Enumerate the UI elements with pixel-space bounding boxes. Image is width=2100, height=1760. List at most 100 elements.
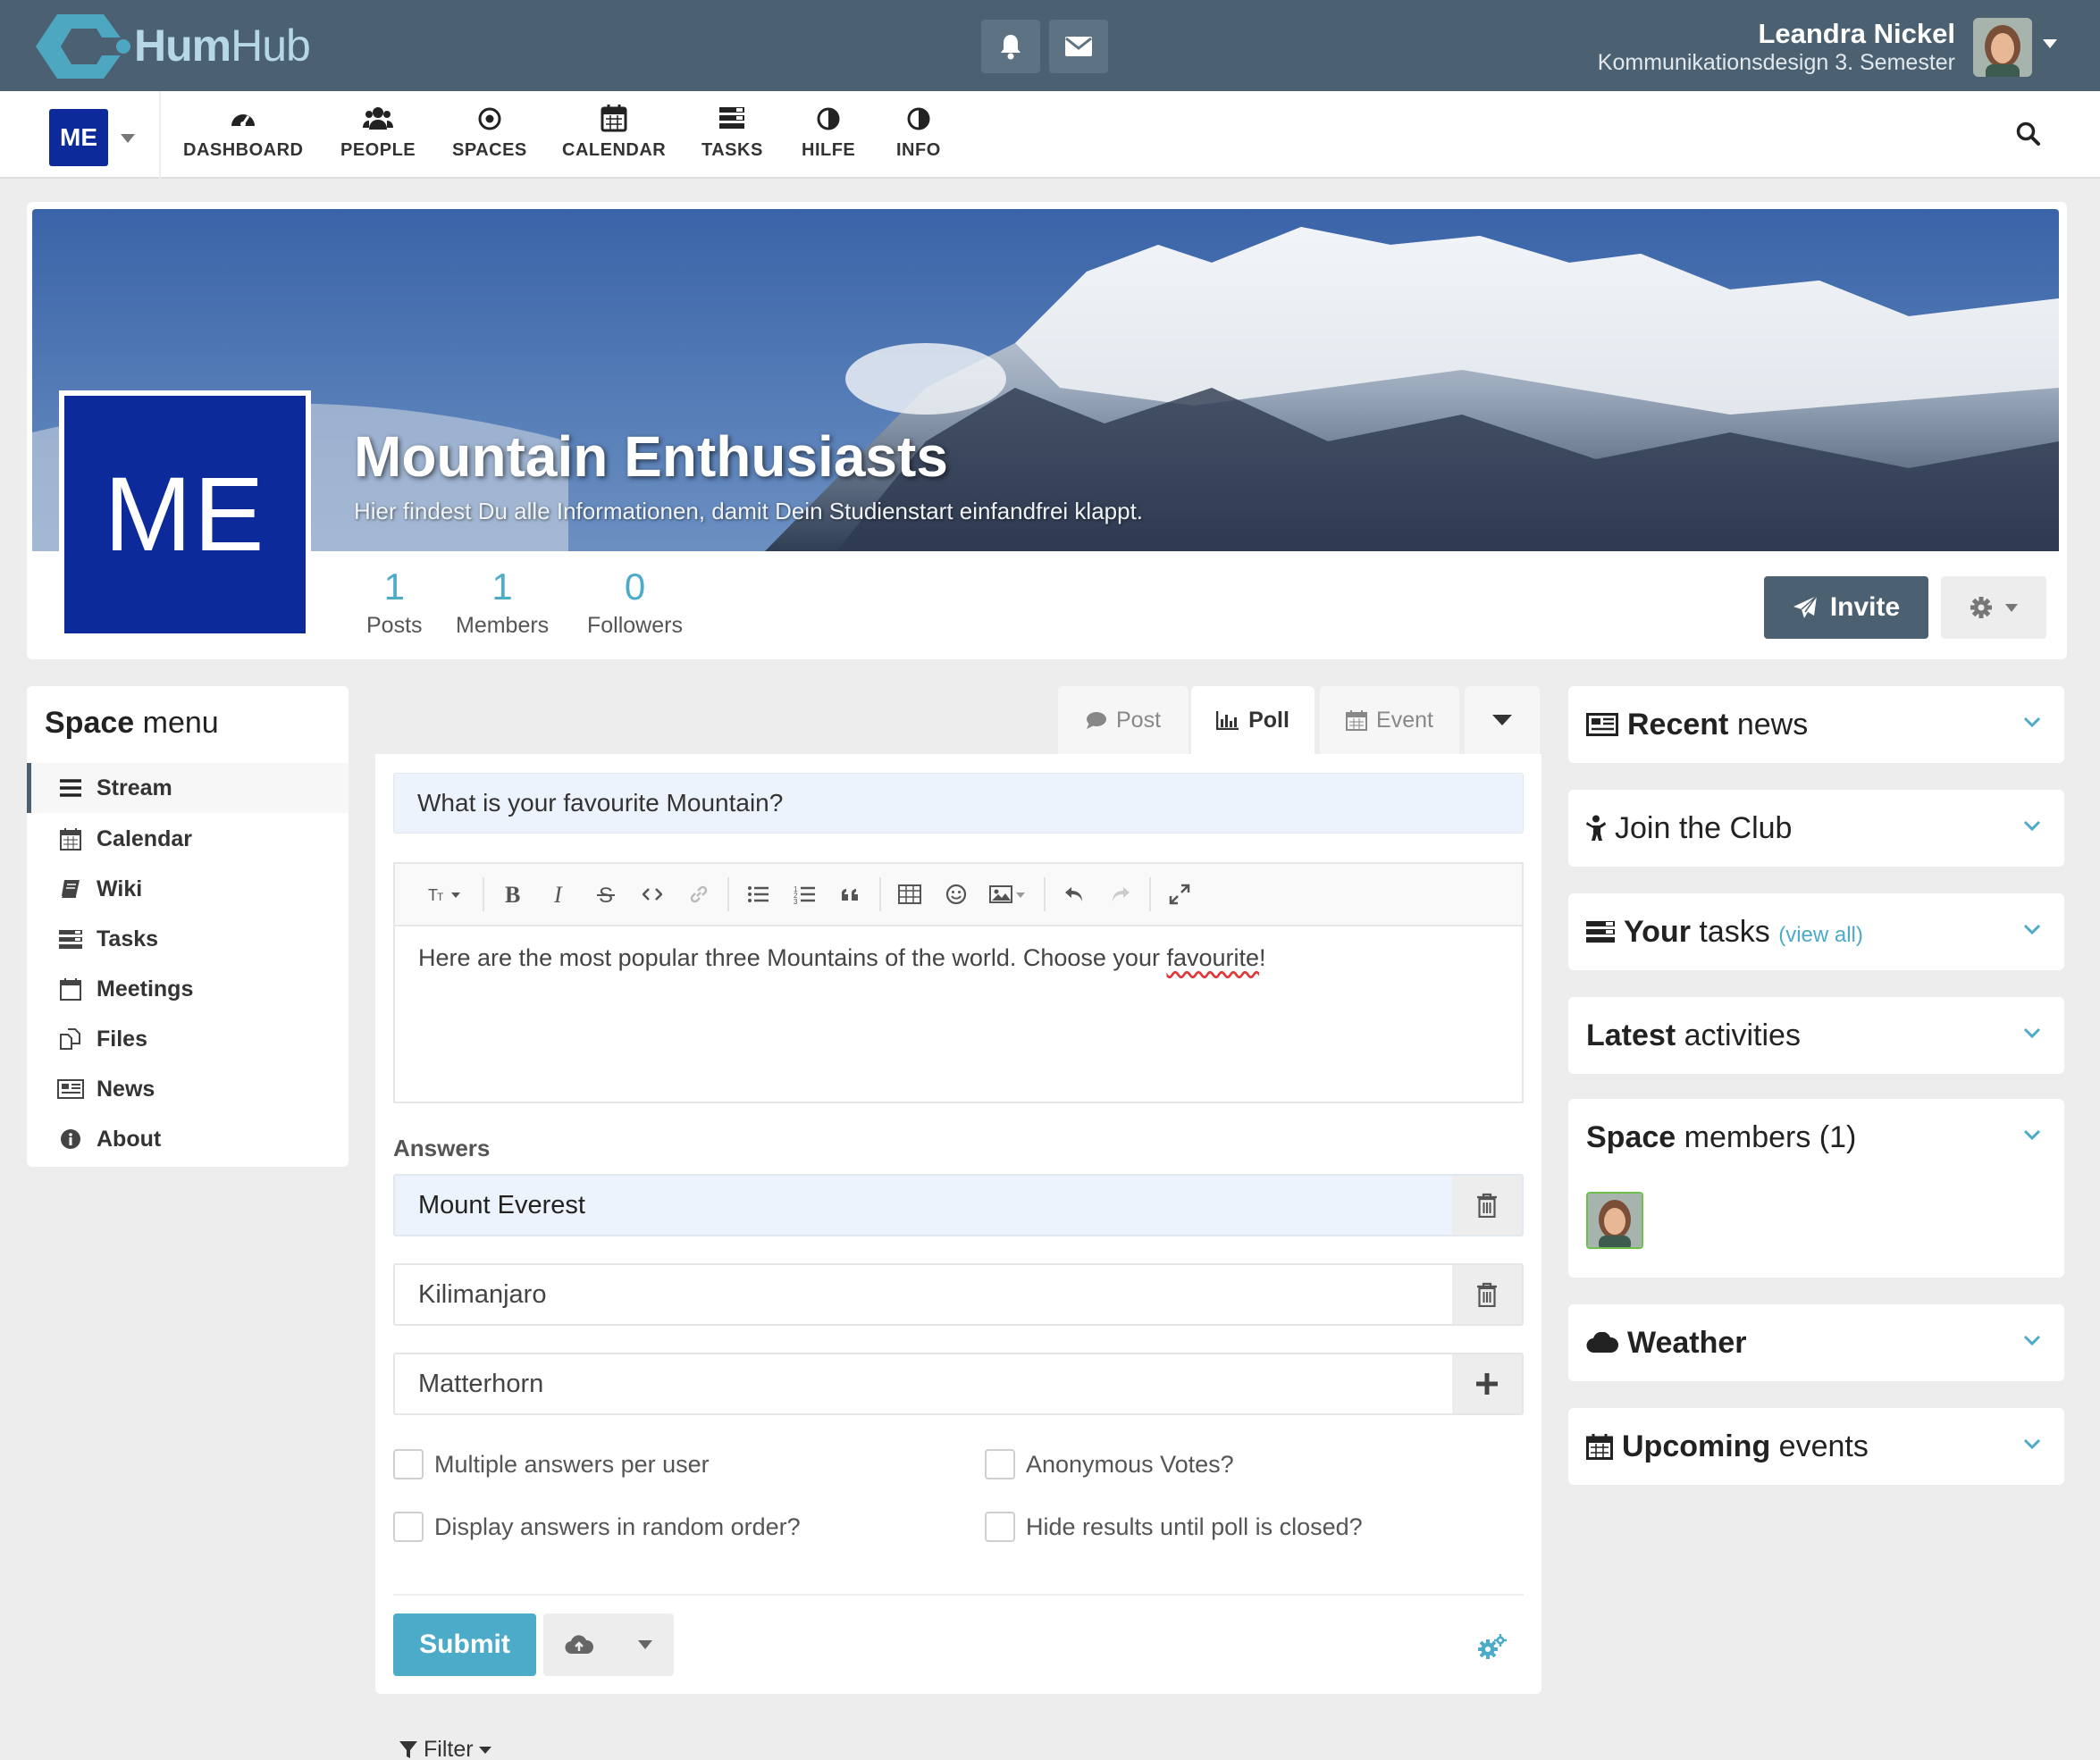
- emoji-button[interactable]: [933, 884, 979, 905]
- nav-hilfe[interactable]: HILFE: [802, 103, 855, 161]
- stat-followers[interactable]: 0 Followers: [587, 566, 683, 639]
- undo-button[interactable]: [1051, 885, 1097, 903]
- quote-button[interactable]: [827, 887, 874, 901]
- space-menu-news[interactable]: News: [27, 1064, 349, 1114]
- submit-button[interactable]: Submit: [393, 1613, 536, 1676]
- nav-label: INFO: [896, 140, 941, 160]
- space-menu-stream[interactable]: Stream: [27, 763, 349, 813]
- view-all-tasks-link[interactable]: (view all): [1778, 923, 1863, 947]
- answer-input[interactable]: Matterhorn: [395, 1354, 1452, 1413]
- add-answer-button[interactable]: [1452, 1354, 1522, 1413]
- image-dropdown[interactable]: [979, 884, 1038, 904]
- redo-button[interactable]: [1097, 885, 1144, 903]
- tasks-icon: [719, 107, 745, 129]
- tab-label: Event: [1376, 707, 1433, 733]
- chevron-down-icon[interactable]: [2023, 1335, 2041, 1345]
- tab-poll[interactable]: Poll: [1191, 686, 1315, 754]
- upcoming-events-panel[interactable]: Upcoming events: [1568, 1408, 2064, 1485]
- member-avatar[interactable]: [1586, 1192, 1643, 1249]
- code-button[interactable]: [629, 887, 676, 901]
- space-menu-tasks[interactable]: Tasks: [27, 914, 349, 964]
- messages-button[interactable]: [1049, 20, 1108, 73]
- user-menu-caret-icon[interactable]: [2043, 39, 2057, 48]
- stream-filter-dropdown[interactable]: Filter: [399, 1737, 491, 1760]
- notifications-button[interactable]: [981, 20, 1040, 73]
- tab-post[interactable]: Post: [1058, 686, 1189, 754]
- recent-news-panel[interactable]: Recent news: [1568, 686, 2064, 763]
- user-avatar[interactable]: [1973, 18, 2032, 77]
- chevron-down-icon[interactable]: [2023, 1438, 2041, 1449]
- svg-text:I: I: [553, 884, 563, 905]
- latest-activities-panel[interactable]: Latest activities: [1568, 997, 2064, 1074]
- nav-spaces[interactable]: SPACES: [452, 103, 527, 161]
- delete-answer-button[interactable]: [1452, 1265, 1522, 1324]
- checkbox[interactable]: [985, 1449, 1015, 1479]
- checkbox[interactable]: [393, 1449, 424, 1479]
- tab-event[interactable]: Event: [1320, 686, 1459, 754]
- caret-down-icon: [478, 1746, 491, 1754]
- checkbox[interactable]: [985, 1512, 1015, 1542]
- comment-icon: [1086, 712, 1106, 729]
- strikethrough-button[interactable]: S: [583, 884, 629, 905]
- space-chooser[interactable]: ME: [49, 109, 108, 166]
- newspaper-icon: [1586, 713, 1618, 736]
- checkbox[interactable]: [393, 1512, 424, 1542]
- upload-button-group[interactable]: [543, 1613, 674, 1676]
- table-button[interactable]: [886, 884, 933, 904]
- panel-heading[interactable]: Space members (1): [1586, 1099, 1856, 1176]
- nav-tasks[interactable]: TASKS: [701, 103, 763, 161]
- italic-button[interactable]: I: [536, 884, 583, 905]
- table-icon: [898, 884, 921, 904]
- nav-dashboard[interactable]: DASHBOARD: [183, 103, 304, 161]
- space-menu-files[interactable]: Files: [27, 1014, 349, 1064]
- option-anonymous-votes[interactable]: Anonymous Votes?: [985, 1449, 1234, 1479]
- answer-input[interactable]: Mount Everest: [395, 1176, 1452, 1235]
- space-menu-label: Calendar: [97, 826, 192, 851]
- nav-calendar[interactable]: CALENDAR: [562, 103, 666, 161]
- numbered-list-button[interactable]: 123: [781, 884, 827, 904]
- join-the-club-panel[interactable]: Join the Club: [1568, 790, 2064, 867]
- search-icon[interactable]: [2016, 122, 2041, 147]
- bullet-list-button[interactable]: [735, 885, 781, 903]
- space-menu-wiki[interactable]: Wiki: [27, 864, 349, 914]
- poll-description-editor[interactable]: Here are the most popular three Mountain…: [393, 925, 1524, 1103]
- weather-panel[interactable]: Weather: [1568, 1304, 2064, 1381]
- delete-answer-button[interactable]: [1452, 1176, 1522, 1235]
- chevron-down-icon[interactable]: [2023, 1129, 2041, 1140]
- chevron-down-icon[interactable]: [2023, 924, 2041, 934]
- nav-people[interactable]: PEOPLE: [340, 103, 416, 161]
- nav-info[interactable]: INFO: [896, 103, 941, 161]
- stat-members[interactable]: 1 Members: [456, 566, 549, 639]
- invite-button[interactable]: Invite: [1764, 576, 1928, 639]
- answer-input[interactable]: Kilimanjaro: [395, 1265, 1452, 1324]
- text-size-dropdown[interactable]: TT: [415, 885, 477, 903]
- poll-question-input[interactable]: What is your favourite Mountain?: [393, 773, 1524, 834]
- spaces-icon: [478, 107, 501, 130]
- user-name[interactable]: Leandra Nickel: [1758, 18, 1955, 50]
- stat-number: 1: [491, 566, 513, 608]
- numbered-list-icon: 123: [794, 885, 815, 904]
- option-random-order[interactable]: Display answers in random order?: [393, 1512, 801, 1542]
- link-button[interactable]: [676, 884, 722, 904]
- stat-posts[interactable]: 1 Posts: [366, 566, 423, 639]
- option-multiple-answers[interactable]: Multiple answers per user: [393, 1449, 710, 1479]
- bold-button[interactable]: B: [490, 884, 536, 905]
- space-chooser-caret-icon[interactable]: [121, 134, 135, 143]
- fullscreen-button[interactable]: [1156, 884, 1203, 905]
- option-hide-results[interactable]: Hide results until poll is closed?: [985, 1512, 1363, 1542]
- chevron-down-icon[interactable]: [2023, 1027, 2041, 1038]
- chevron-down-icon[interactable]: [2023, 820, 2041, 831]
- answer-row: Matterhorn: [393, 1353, 1524, 1415]
- your-tasks-panel[interactable]: Your tasks (view all): [1568, 893, 2064, 970]
- tab-more-dropdown[interactable]: [1465, 686, 1540, 754]
- plus-icon: [1476, 1373, 1498, 1395]
- space-menu-calendar[interactable]: Calendar: [27, 814, 349, 864]
- space-settings-button[interactable]: [1941, 576, 2046, 639]
- caret-down-icon: [1492, 715, 1512, 725]
- cogs-icon[interactable]: [1476, 1633, 1507, 1662]
- space-menu-about[interactable]: About: [27, 1114, 349, 1164]
- panel-heading: Join the Club: [1586, 790, 1792, 867]
- chevron-down-icon[interactable]: [2023, 717, 2041, 727]
- space-menu-meetings[interactable]: Meetings: [27, 964, 349, 1014]
- space-menu-label: Stream: [97, 775, 172, 800]
